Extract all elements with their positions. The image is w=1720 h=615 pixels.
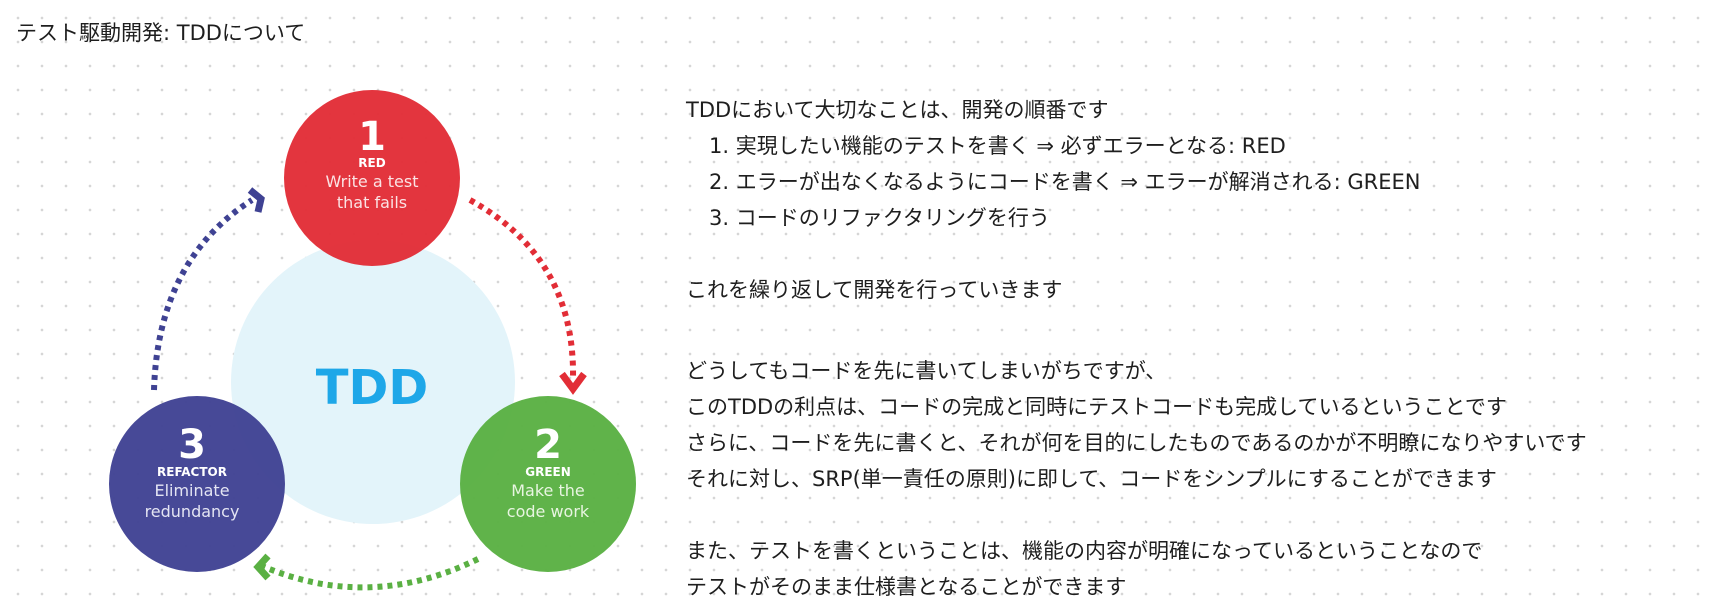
tdd-center-label: TDD bbox=[316, 360, 428, 416]
arrow-green-to-refactor bbox=[260, 556, 480, 591]
stage-red-name: RED bbox=[358, 156, 385, 170]
notes-spec-1: また、テストを書くということは、機能の内容が明確になっているということなので bbox=[686, 539, 1483, 563]
arrow-head-red bbox=[559, 371, 587, 395]
notes-step-3: 3. コードのリファクタリングを行う bbox=[709, 206, 1050, 230]
stage-green-number: 2 bbox=[534, 422, 562, 468]
notes-benefit-1: どうしてもコードを先に書いてしまいがちですが、 bbox=[686, 359, 1167, 383]
notes-step-2: 2. エラーが出なくなるようにコードを書く ⇒ エラーが解消される: GREEN bbox=[709, 170, 1421, 194]
notes-intro: TDDにおいて大切なことは、開発の順番です bbox=[686, 98, 1109, 122]
stage-red-number: 1 bbox=[358, 114, 386, 160]
stage-refactor-desc-line2: redundancy bbox=[145, 502, 240, 521]
notes-benefit-3: さらに、コードを先に書くと、それが何を目的にしたものであるのかが不明瞭になりやす… bbox=[686, 431, 1587, 455]
stage-green-desc-line2: code work bbox=[507, 502, 590, 521]
stage-red-desc-line2: that fails bbox=[337, 193, 407, 212]
tdd-cycle-diagram: TDD 1 RED Write a test that fails 2 GREE… bbox=[109, 90, 636, 591]
stage-green-desc-line1: Make the bbox=[511, 481, 585, 500]
notes-spec-2: テストがそのまま仕様書となることができます bbox=[686, 575, 1127, 599]
stage-refactor-number: 3 bbox=[178, 422, 206, 468]
stage-refactor-desc-line1: Eliminate bbox=[154, 481, 229, 500]
notes-step-1: 1. 実現したい機能のテストを書く ⇒ 必ずエラーとなる: RED bbox=[709, 134, 1286, 158]
notes-repeat: これを繰り返して開発を行っていきます bbox=[686, 278, 1063, 302]
notes-text-block: TDDにおいて大切なことは、開発の順番です 1. 実現したい機能のテストを書く … bbox=[686, 92, 1706, 605]
notes-benefit-4: それに対し、SRP(単一責任の原則)に即して、コードをシンプルにすることができま… bbox=[686, 467, 1497, 491]
stage-refactor-name: REFACTOR bbox=[157, 465, 227, 479]
notes-benefit-2: このTDDの利点は、コードの完成と同時にテストコードも完成しているということです bbox=[686, 395, 1507, 419]
stage-red-desc-line1: Write a test bbox=[326, 172, 419, 191]
stage-green-name: GREEN bbox=[525, 465, 571, 479]
